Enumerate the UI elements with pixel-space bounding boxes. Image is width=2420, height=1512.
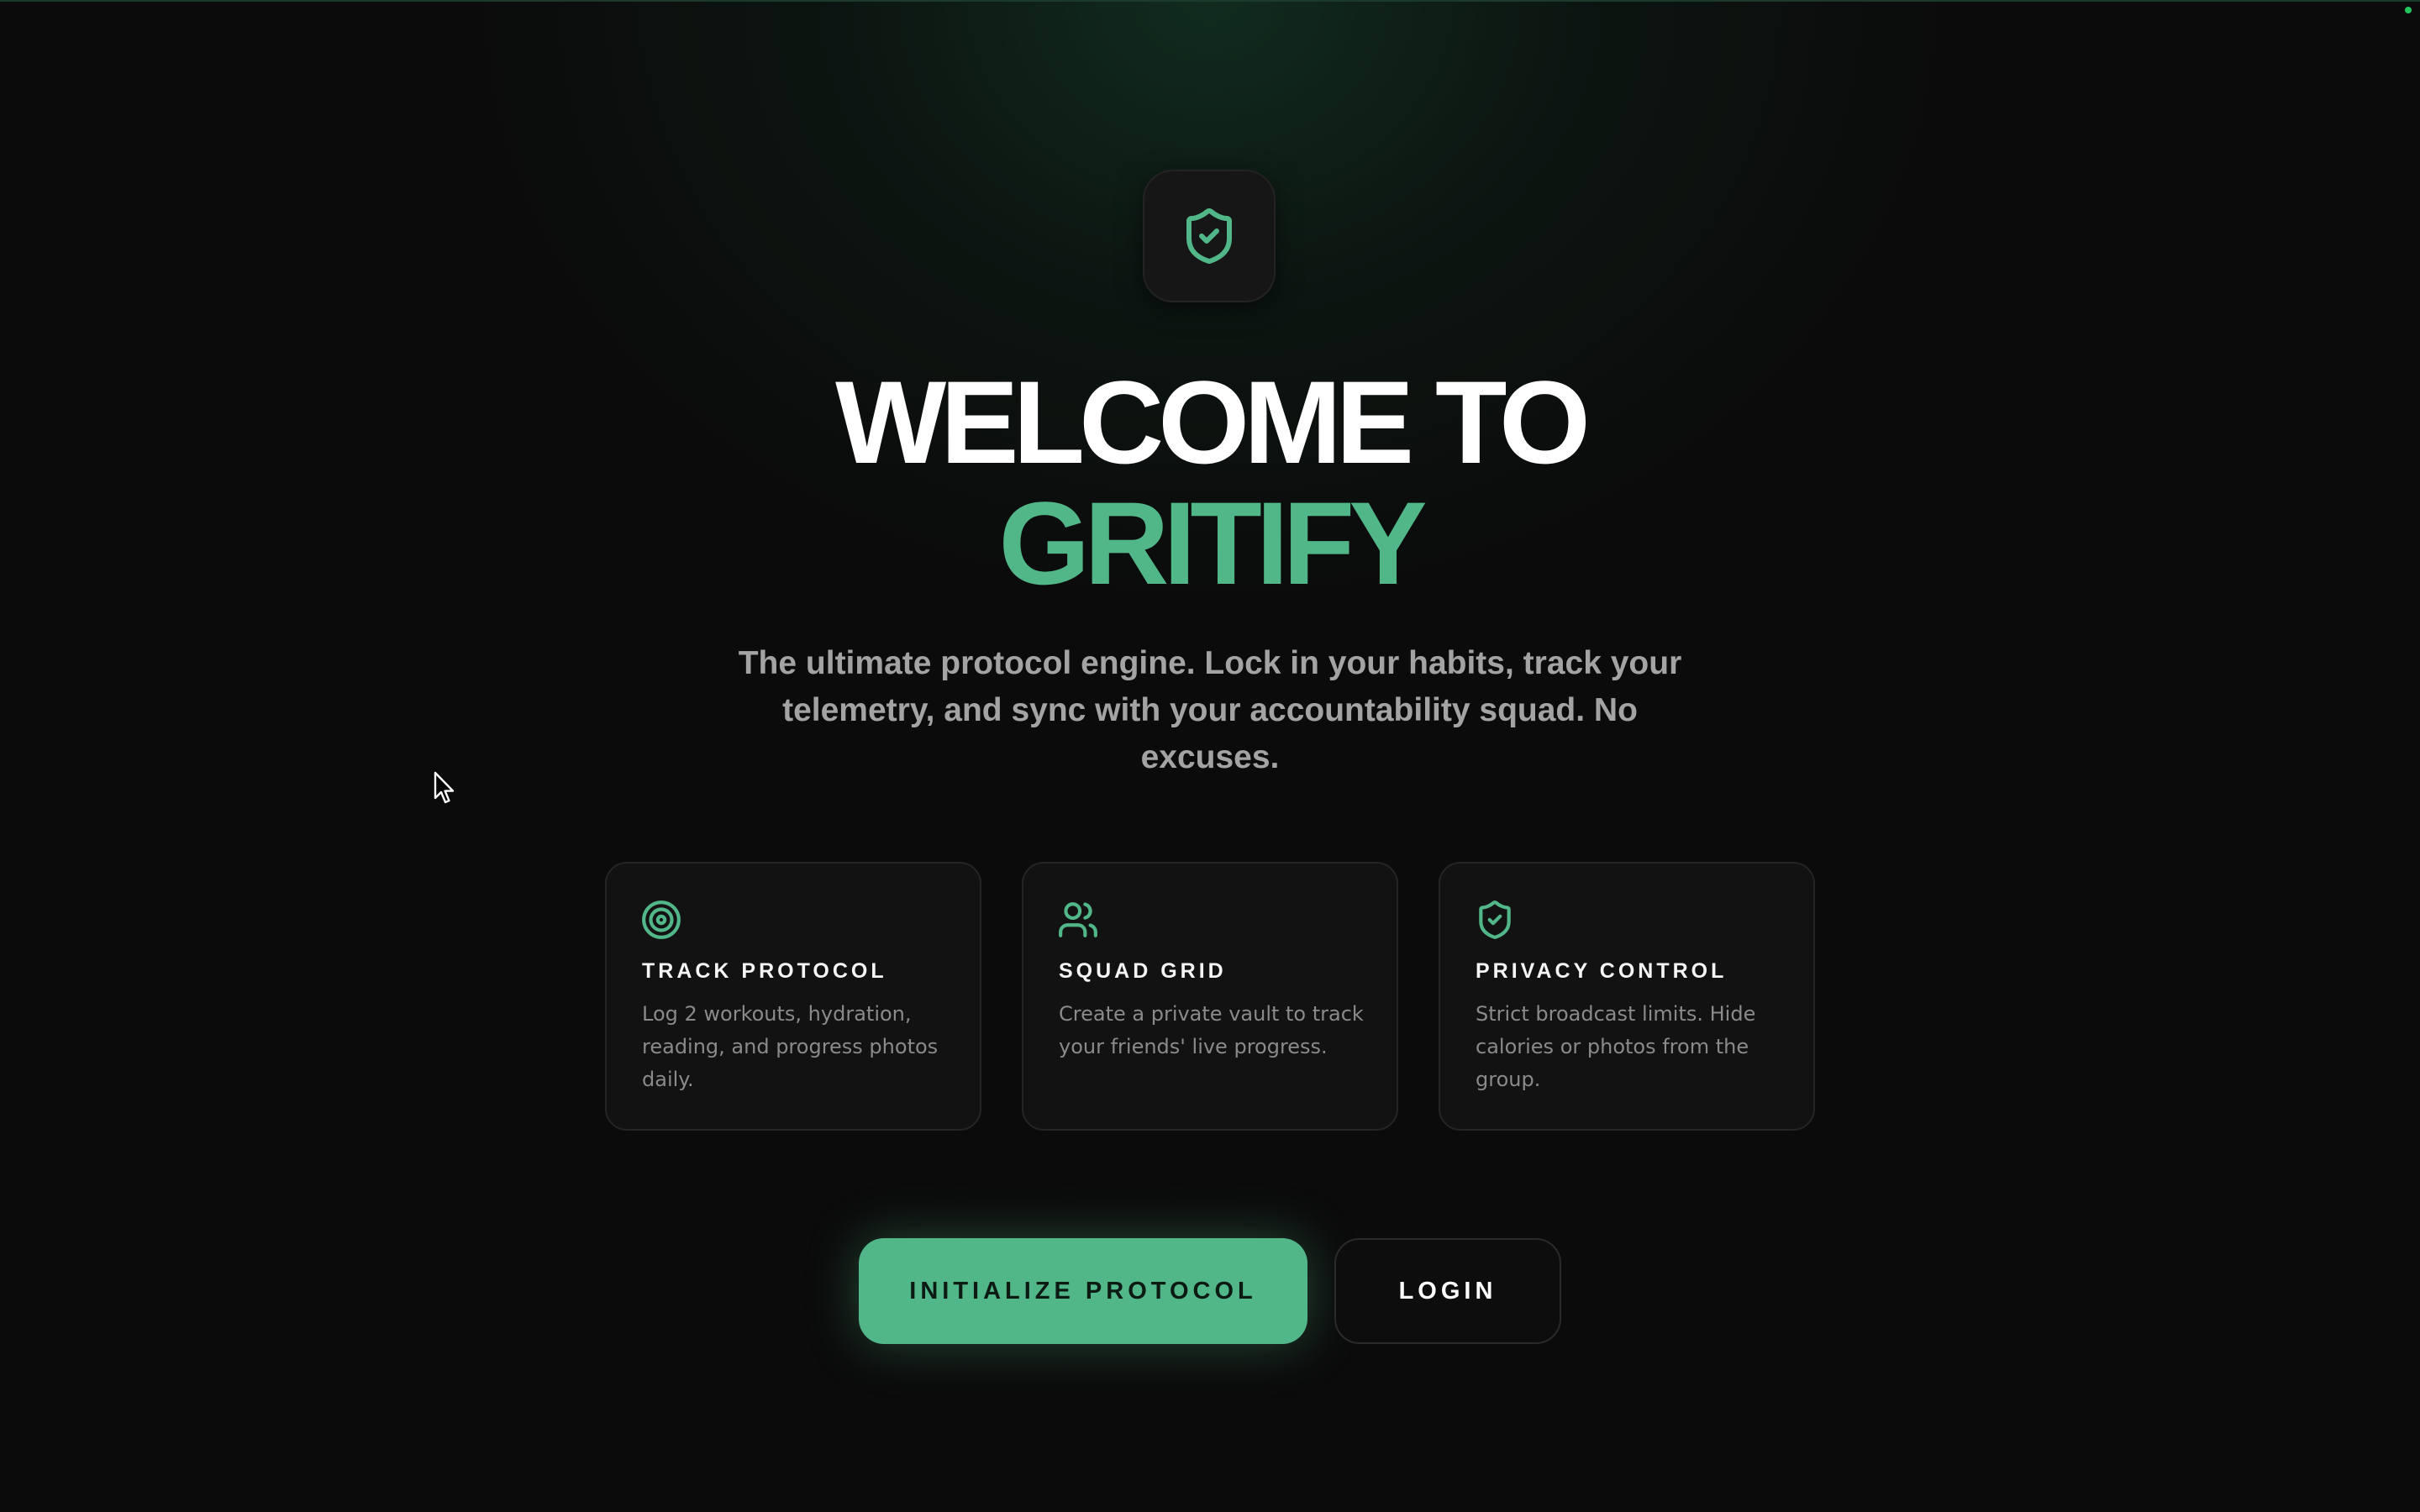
- mouse-cursor-icon: [434, 771, 455, 804]
- feature-title: SQUAD GRID: [1059, 959, 1227, 983]
- feature-title: TRACK PROTOCOL: [642, 959, 887, 983]
- window-top-border: [0, 0, 2420, 2]
- users-icon: [1057, 899, 1099, 941]
- feature-description: Log 2 workouts, hydration, reading, and …: [642, 1002, 939, 1091]
- feature-description: Create a private vault to track your fri…: [1059, 1002, 1364, 1058]
- status-indicator: [2405, 7, 2412, 13]
- shield-check-icon: [1474, 899, 1516, 941]
- hero-subtitle: The ultimate protocol engine. Lock in yo…: [738, 645, 1682, 775]
- hero-title-brand: GRITIFY: [998, 477, 1427, 609]
- target-icon: [640, 899, 682, 941]
- shield-check-icon: [1186, 208, 1232, 265]
- login-button[interactable]: LOGIN: [1334, 1238, 1561, 1344]
- feature-description: Strict broadcast limits. Hide calories o…: [1476, 1002, 1756, 1091]
- feature-card-squad-grid: SQUAD GRID Create a private vault to tra…: [1022, 862, 1398, 1131]
- app-logo: [1143, 170, 1276, 302]
- initialize-protocol-button[interactable]: INITIALIZE PROTOCOL: [859, 1238, 1307, 1344]
- feature-card-privacy-control: PRIVACY CONTROL Strict broadcast limits.…: [1439, 862, 1815, 1131]
- feature-title: PRIVACY CONTROL: [1476, 959, 1728, 983]
- hero-title-line-1: WELCOME TO: [835, 356, 1591, 488]
- feature-card-track-protocol: TRACK PROTOCOL Log 2 workouts, hydration…: [605, 862, 981, 1131]
